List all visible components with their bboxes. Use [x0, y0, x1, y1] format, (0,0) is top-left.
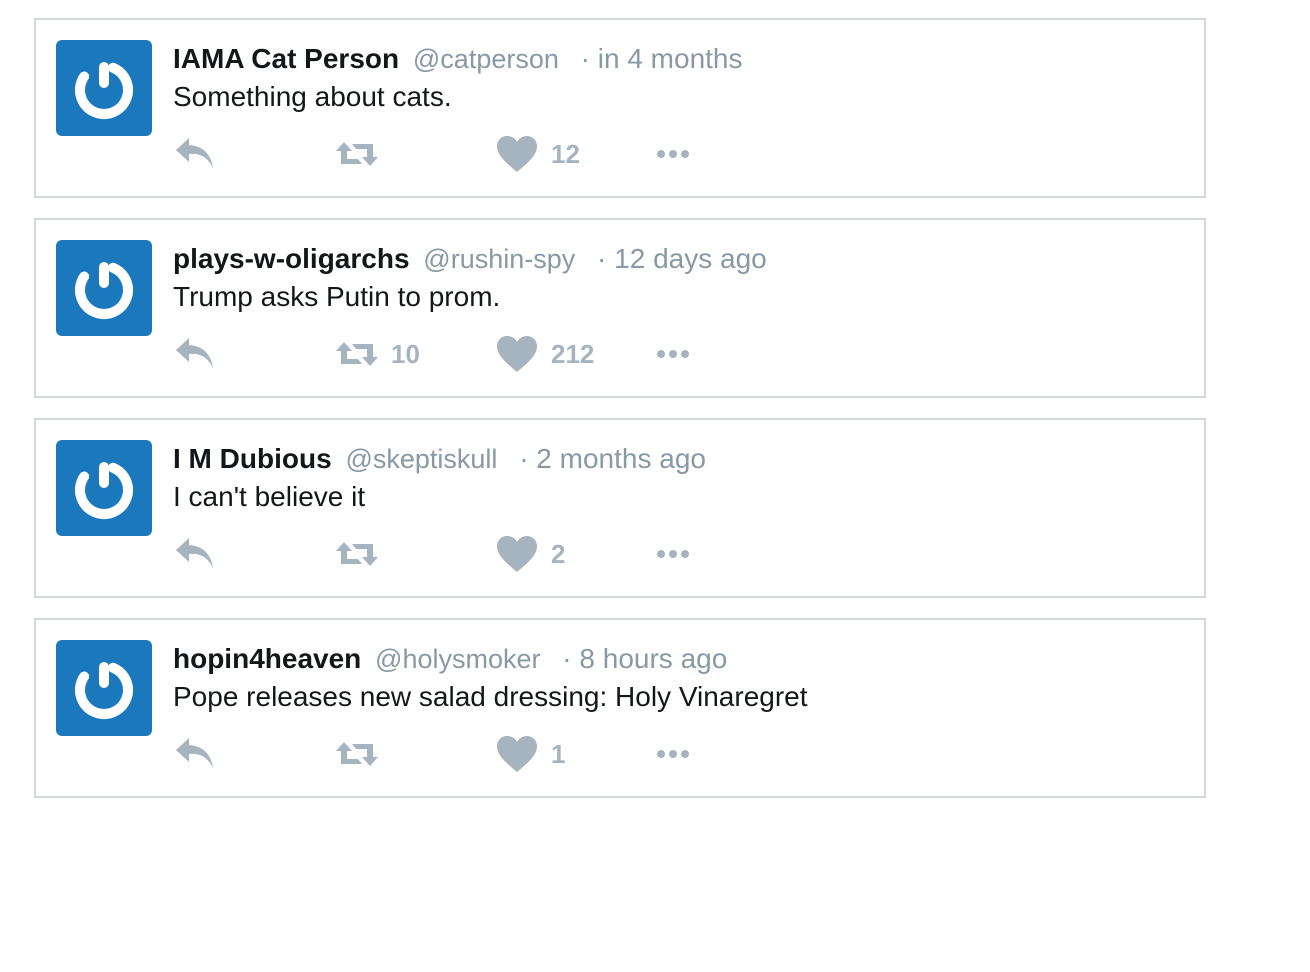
- tweet-text: I can't believe it: [173, 481, 366, 512]
- author-fullname[interactable]: IAMA Cat Person: [173, 43, 399, 74]
- heart-icon: [497, 136, 537, 172]
- retweet-button[interactable]: [335, 532, 391, 576]
- tweet-text: Something about cats.: [173, 81, 452, 112]
- retweet-button[interactable]: 10: [335, 332, 420, 376]
- author-fullname[interactable]: I M Dubious: [173, 443, 332, 474]
- like-count: 212: [551, 338, 595, 369]
- retweet-icon: [336, 142, 378, 166]
- more-button[interactable]: [655, 532, 691, 576]
- tweet-text: Trump asks Putin to prom.: [173, 281, 501, 312]
- tweet-timestamp[interactable]: · 8 hours ago: [562, 643, 727, 674]
- like-button[interactable]: 1: [495, 732, 565, 776]
- like-count: 12: [551, 138, 580, 169]
- power-icon: [75, 461, 133, 519]
- tweet-actions: 10 212: [173, 332, 773, 376]
- tweet-feed: IAMA Cat Person @catperson · in 4 months…: [34, 18, 1206, 818]
- like-count: 1: [551, 738, 566, 769]
- more-dots-icon: [657, 750, 689, 758]
- more-dots-icon: [657, 150, 689, 158]
- like-button[interactable]: 212: [495, 332, 594, 376]
- heart-icon: [497, 336, 537, 372]
- tweet-card: IAMA Cat Person @catperson · in 4 months…: [34, 18, 1206, 198]
- power-icon: [75, 261, 133, 319]
- like-button[interactable]: 12: [495, 132, 580, 176]
- more-dots-icon: [657, 350, 689, 358]
- tweet-text: Pope releases new salad dressing: Holy V…: [173, 681, 808, 712]
- avatar[interactable]: [56, 40, 152, 136]
- tweet-actions: 1: [173, 732, 773, 776]
- reply-button[interactable]: [173, 532, 217, 576]
- avatar[interactable]: [56, 240, 152, 336]
- reply-button[interactable]: [173, 332, 217, 376]
- reply-button[interactable]: [173, 132, 217, 176]
- tweet-card: hopin4heaven @holysmoker · 8 hours ago P…: [34, 618, 1206, 798]
- reply-icon: [176, 738, 213, 768]
- avatar[interactable]: [56, 640, 152, 736]
- tweet-actions: 12: [173, 132, 773, 176]
- reply-icon: [176, 338, 213, 368]
- author-handle[interactable]: @holysmoker: [375, 644, 540, 674]
- retweet-icon: [336, 542, 378, 566]
- author-handle[interactable]: @skeptiskull: [345, 444, 497, 474]
- author-fullname[interactable]: hopin4heaven: [173, 643, 361, 674]
- heart-icon: [497, 536, 537, 572]
- power-icon: [75, 61, 133, 119]
- retweet-button[interactable]: [335, 132, 391, 176]
- more-button[interactable]: [655, 732, 691, 776]
- like-button[interactable]: 2: [495, 532, 565, 576]
- more-button[interactable]: [655, 332, 691, 376]
- retweet-count: 10: [391, 338, 420, 369]
- tweet-timestamp[interactable]: · 12 days ago: [597, 243, 767, 274]
- reply-button[interactable]: [173, 732, 217, 776]
- tweet-card: I M Dubious @skeptiskull · 2 months ago …: [34, 418, 1206, 598]
- author-handle[interactable]: @catperson: [413, 44, 559, 74]
- reply-icon: [176, 538, 213, 568]
- author-fullname[interactable]: plays-w-oligarchs: [173, 243, 410, 274]
- avatar[interactable]: [56, 440, 152, 536]
- tweet-timestamp[interactable]: · 2 months ago: [519, 443, 706, 474]
- reply-icon: [176, 138, 213, 168]
- tweet-timestamp[interactable]: · in 4 months: [581, 43, 743, 74]
- retweet-icon: [336, 342, 378, 366]
- retweet-button[interactable]: [335, 732, 391, 776]
- power-icon: [75, 661, 133, 719]
- tweet-card: plays-w-oligarchs @rushin-spy · 12 days …: [34, 218, 1206, 398]
- like-count: 2: [551, 538, 566, 569]
- more-button[interactable]: [655, 132, 691, 176]
- retweet-icon: [336, 742, 378, 766]
- author-handle[interactable]: @rushin-spy: [423, 244, 575, 274]
- more-dots-icon: [657, 550, 689, 558]
- tweet-actions: 2: [173, 532, 773, 576]
- heart-icon: [497, 736, 537, 772]
